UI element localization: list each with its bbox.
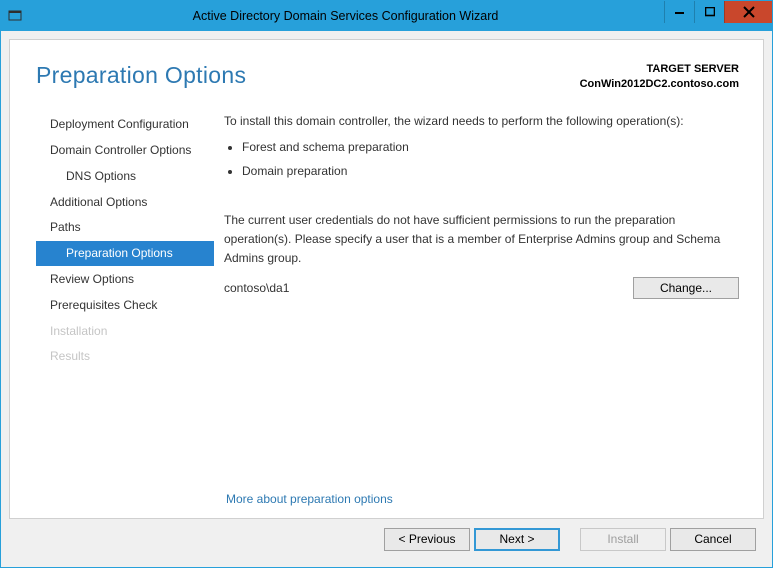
- titlebar: Active Directory Domain Services Configu…: [1, 1, 772, 31]
- sidebar-step[interactable]: Deployment Configuration: [36, 112, 214, 138]
- minimize-icon: [675, 7, 685, 17]
- warning-text: The current user credentials do not have…: [224, 211, 739, 267]
- maximize-icon: [705, 7, 715, 17]
- main-panel-container: Preparation Options TARGET SERVER ConWin…: [9, 39, 764, 519]
- sidebar-step[interactable]: Paths: [36, 215, 214, 241]
- maximize-button[interactable]: [694, 1, 724, 23]
- intro-text: To install this domain controller, the w…: [224, 112, 739, 131]
- footer-buttons: < Previous Next > Install Cancel: [9, 519, 764, 559]
- sidebar-step[interactable]: DNS Options: [36, 163, 214, 189]
- change-button[interactable]: Change...: [633, 277, 739, 299]
- sidebar-step[interactable]: Domain Controller Options: [36, 137, 214, 163]
- minimize-button[interactable]: [664, 1, 694, 23]
- content-area: Preparation Options TARGET SERVER ConWin…: [1, 31, 772, 567]
- sidebar-step[interactable]: Preparation Options: [36, 241, 214, 267]
- target-server-value: ConWin2012DC2.contoso.com: [580, 77, 739, 92]
- close-button[interactable]: [724, 1, 772, 23]
- cancel-button[interactable]: Cancel: [670, 528, 756, 551]
- window-title: Active Directory Domain Services Configu…: [29, 9, 772, 23]
- header-row: Preparation Options TARGET SERVER ConWin…: [10, 40, 763, 102]
- sidebar-step[interactable]: Additional Options: [36, 189, 214, 215]
- sidebar-step[interactable]: Prerequisites Check: [36, 292, 214, 318]
- sidebar-step[interactable]: Review Options: [36, 266, 214, 292]
- wizard-page-content: To install this domain controller, the w…: [214, 112, 739, 478]
- wizard-steps-sidebar: Deployment ConfigurationDomain Controlle…: [36, 112, 214, 478]
- target-server-block: TARGET SERVER ConWin2012DC2.contoso.com: [580, 62, 739, 92]
- operation-item: Forest and schema preparation: [242, 138, 739, 157]
- credentials-value: contoso\da1: [224, 279, 289, 298]
- window-controls: [664, 1, 772, 23]
- sidebar-step: Results: [36, 344, 214, 370]
- more-about-link[interactable]: More about preparation options: [226, 492, 393, 506]
- operations-list: Forest and schema preparation Domain prep…: [242, 138, 739, 185]
- previous-button[interactable]: < Previous: [384, 528, 470, 551]
- operation-item: Domain preparation: [242, 162, 739, 181]
- install-button[interactable]: Install: [580, 528, 666, 551]
- wizard-window: Active Directory Domain Services Configu…: [0, 0, 773, 568]
- target-server-label: TARGET SERVER: [580, 62, 739, 77]
- sidebar-step: Installation: [36, 318, 214, 344]
- body-row: Deployment ConfigurationDomain Controlle…: [10, 102, 763, 478]
- app-icon: [7, 8, 23, 24]
- page-title: Preparation Options: [36, 62, 246, 89]
- close-icon: [743, 6, 755, 18]
- next-button[interactable]: Next >: [474, 528, 560, 551]
- credentials-row: contoso\da1 Change...: [224, 277, 739, 299]
